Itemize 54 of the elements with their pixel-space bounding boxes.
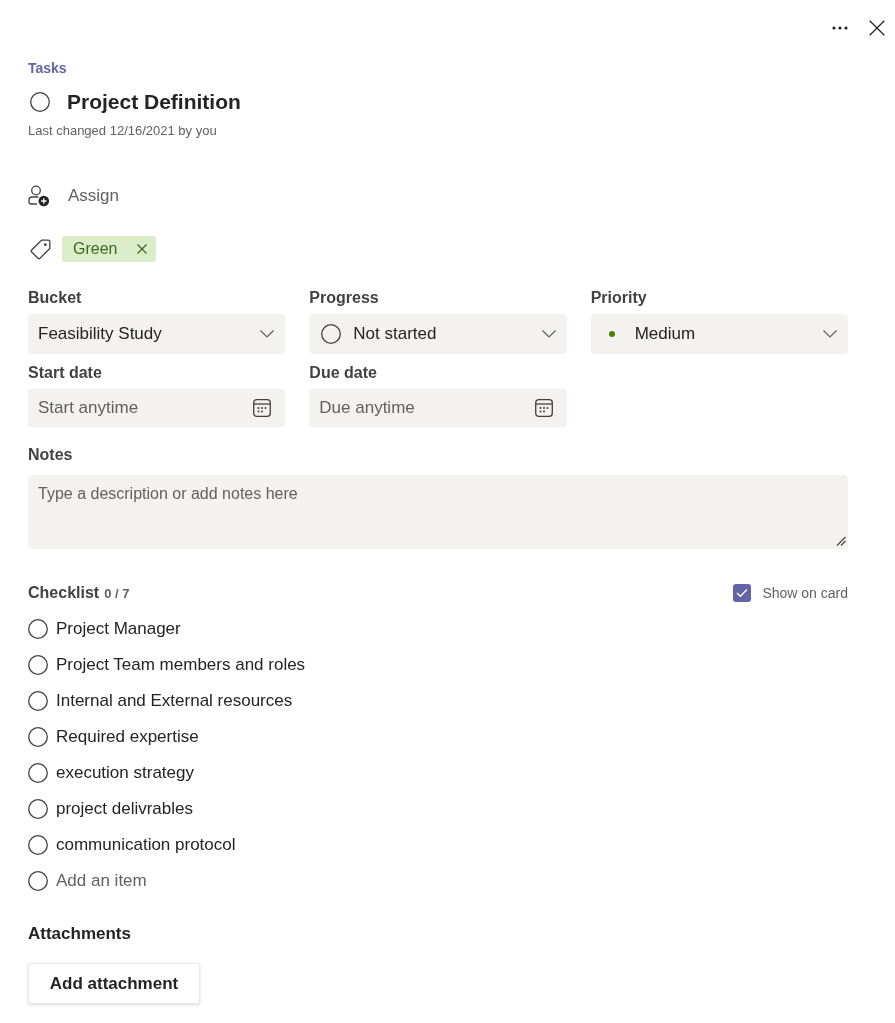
- progress-circle-icon: [321, 324, 342, 344]
- field-label: Due date: [309, 363, 378, 383]
- tag-icon: [30, 238, 51, 260]
- add-person-icon: [28, 185, 50, 207]
- notes-label: Notes: [28, 445, 73, 465]
- task-complete-checkbox[interactable]: [30, 92, 50, 112]
- date-field[interactable]: Due anytime: [309, 389, 567, 427]
- attachments-title: Attachments: [28, 923, 131, 945]
- close-button[interactable]: [867, 18, 887, 38]
- field-label: Start date: [28, 363, 103, 383]
- remove-icon[interactable]: [137, 244, 148, 254]
- field-label: Bucket: [28, 288, 83, 308]
- close-icon: [869, 20, 885, 36]
- dropdown[interactable]: Feasibility Study: [28, 314, 286, 354]
- checklist-title: Checklist: [28, 583, 100, 603]
- checklist-count: 0 / 7: [104, 585, 130, 603]
- checklist-item-text[interactable]: Required expertise: [56, 725, 199, 749]
- checklist-item-text[interactable]: Project Team members and roles: [56, 653, 306, 677]
- show-on-card-checkbox[interactable]: [733, 584, 752, 602]
- resize-handle-icon[interactable]: [836, 536, 846, 546]
- checklist-item-checkbox[interactable]: [28, 799, 48, 819]
- field-label: Priority: [590, 288, 648, 308]
- checklist-item-checkbox[interactable]: [28, 763, 48, 783]
- calendar-icon[interactable]: [534, 399, 553, 417]
- checklist-item-text[interactable]: execution strategy: [56, 761, 194, 785]
- more-icon: [832, 26, 848, 30]
- last-changed-text: Last changed 12/16/2021 by you: [28, 122, 217, 140]
- add-attachment-button[interactable]: Add attachment: [28, 963, 200, 1004]
- notes-field[interactable]: Type a description or add notes here: [28, 475, 848, 549]
- checklist-item-text[interactable]: communication protocol: [56, 833, 236, 857]
- checklist-item-checkbox[interactable]: [28, 655, 48, 675]
- checklist-item-text[interactable]: Project Manager: [56, 617, 181, 641]
- calendar-icon[interactable]: [253, 399, 272, 417]
- chevron-down-icon: [823, 330, 837, 338]
- checklist-item-checkbox[interactable]: [28, 727, 48, 747]
- date-field[interactable]: Start anytime: [28, 389, 286, 427]
- breadcrumb-link[interactable]: Tasks: [28, 60, 67, 76]
- checkmark-icon: [736, 588, 749, 598]
- checklist-item-text[interactable]: Internal and External resources: [56, 689, 293, 713]
- field-label: Progress: [309, 288, 380, 308]
- assign-button[interactable]: Assign: [68, 184, 120, 208]
- checklist-item-text[interactable]: project delivrables: [56, 797, 193, 821]
- show-on-card-label[interactable]: Show on card: [762, 582, 848, 604]
- checklist-item-checkbox[interactable]: [28, 619, 48, 639]
- checklist-item-checkbox[interactable]: [28, 691, 48, 711]
- add-item-field[interactable]: Add an item: [56, 869, 356, 893]
- chevron-down-icon: [541, 330, 556, 338]
- label-tag[interactable]: Green: [62, 236, 157, 262]
- dropdown[interactable]: Medium: [590, 314, 848, 354]
- chevron-down-icon: [260, 330, 275, 338]
- dropdown[interactable]: Not started: [309, 314, 567, 354]
- checklist-item-checkbox[interactable]: [28, 835, 48, 855]
- task-title[interactable]: Project Definition: [67, 88, 241, 116]
- add-item-circle-icon: [28, 871, 48, 891]
